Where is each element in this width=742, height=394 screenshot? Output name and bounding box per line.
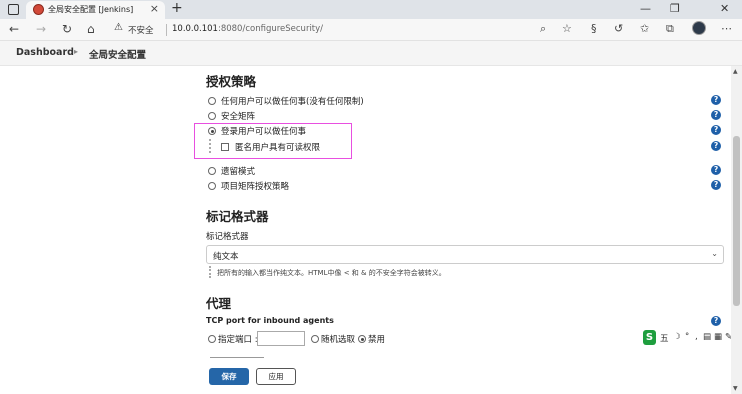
url-path: :8080/configureSecurity/ [217,24,324,34]
extension-icon[interactable]: § [591,22,597,35]
radio-logged-in[interactable] [208,127,216,135]
agent-option-label: 指定端口 : [218,335,258,345]
checkbox-anonymous-read[interactable] [221,143,229,151]
breadcrumb-dashboard[interactable]: Dashboard [16,47,74,58]
authorization-heading: 授权策略 [206,74,257,89]
degree-icon[interactable]: ° [685,332,689,342]
markup-select[interactable]: 纯文本 ⌄ [206,245,724,264]
url-field[interactable]: ⚠ 不安全 10.0.0.101:8080/configureSecurity/ [110,21,580,39]
agent-option-label: 禁用 [368,335,386,345]
moon-icon[interactable]: ☽ [673,332,681,342]
agent-option-fixed[interactable]: 指定端口 : [208,333,258,345]
help-icon[interactable]: ? [711,180,721,190]
collections-icon[interactable]: ⧉ [666,22,674,36]
chevron-down-icon: ⌄ [711,249,718,258]
radio-fixed-port[interactable] [208,335,216,343]
radio-disable[interactable] [358,335,366,343]
divider [210,357,264,358]
radio-random[interactable] [311,335,319,343]
help-icon[interactable]: ? [711,141,721,151]
ime-logo-icon[interactable]: S [643,330,656,345]
keyboard-icon[interactable]: ▤ [703,332,711,342]
grid-icon[interactable]: ▦ [714,332,722,342]
browser-title-bar: 全局安全配置 [Jenkins] × + — ❐ ✕ [0,0,742,19]
agent-option-random[interactable]: 随机选取 [311,333,355,345]
anonymous-read-label: 匿名用户具有可读权限 [235,143,321,153]
radio-project-matrix[interactable] [208,182,216,190]
ime-toolbar: S 五 ☽ ° , ▤ ▦ ✎ ⋮ [641,330,742,346]
address-bar-row: ← → ↻ ⌂ ⚠ 不安全 10.0.0.101:8080/configureS… [0,19,742,41]
markup-heading: 标记格式器 [206,209,269,224]
favorites-icon[interactable]: ✩ [640,22,649,35]
nested-indicator [209,266,211,278]
auth-option-label: 项目矩阵授权策略 [221,182,290,192]
apply-button[interactable]: 应用 [256,368,296,385]
scroll-up-icon[interactable]: ▲ [733,68,738,75]
tcp-port-label: TCP port for inbound agents [206,316,334,325]
radio-anyone[interactable] [208,97,216,105]
auth-option-anyone[interactable]: 任何用户可以做任何事(没有任何限制) [208,95,364,107]
restore-icon[interactable]: ❐ [670,2,680,15]
new-tab-button[interactable]: + [171,0,183,16]
radio-matrix[interactable] [208,112,216,120]
url-separator [166,24,167,36]
markup-field-label: 标记格式器 [206,232,249,242]
favorite-add-icon[interactable]: ☆ [562,22,572,35]
port-input[interactable] [257,331,305,346]
help-icon[interactable]: ? [711,125,721,135]
zoom-icon[interactable]: ⌕ [540,22,546,36]
help-icon[interactable]: ? [711,165,721,175]
browser-tab[interactable]: 全局安全配置 [Jenkins] × [26,1,165,19]
markup-select-value: 纯文本 [213,252,239,262]
breadcrumb-separator-icon[interactable]: ▸ [74,47,78,56]
url-host: 10.0.0.101 [172,24,218,34]
auth-option-logged-in[interactable]: 登录用户可以做任何事 [208,125,306,137]
profile-icon[interactable] [692,21,706,35]
jenkins-favicon-icon [33,4,44,15]
reload-icon[interactable]: ↻ [62,22,72,36]
window-menu-icon[interactable] [8,4,19,15]
nested-indicator [209,139,211,153]
breadcrumb-current[interactable]: 全局安全配置 [89,47,146,61]
auth-option-label: 任何用户可以做任何事(没有任何限制) [221,97,364,107]
tab-title: 全局安全配置 [Jenkins] [48,5,134,14]
help-icon[interactable]: ? [711,316,721,326]
auth-option-label: 登录用户可以做任何事 [221,127,307,137]
minimize-icon[interactable]: — [640,2,651,15]
agent-heading: 代理 [206,296,232,311]
scroll-down-icon[interactable]: ▼ [733,385,738,392]
auth-option-label: 安全矩阵 [221,112,256,122]
warning-icon[interactable]: ⚠ [114,22,123,33]
help-icon[interactable]: ? [711,110,721,120]
punctuation-icon[interactable]: , [695,332,698,342]
back-icon[interactable]: ← [9,22,19,36]
markup-note: 把所有的输入都当作纯文本。HTML中像 < 和 & 的不安全字符会被转义。 [217,269,446,277]
scrollbar-thumb[interactable] [733,136,740,306]
refresh-icon[interactable]: ↺ [614,22,623,35]
save-button[interactable]: 保存 [209,368,249,385]
close-window-icon[interactable]: ✕ [720,2,729,15]
auth-option-matrix[interactable]: 安全矩阵 [208,110,255,122]
agent-option-disable[interactable]: 禁用 [358,333,385,345]
forward-icon[interactable]: → [36,22,46,36]
url-text[interactable]: 10.0.0.101:8080/configureSecurity/ [172,24,323,34]
ime-mode[interactable]: 五 [660,332,669,344]
auth-option-label: 遗留模式 [221,167,256,177]
auth-option-legacy[interactable]: 遗留模式 [208,165,255,177]
insecure-label[interactable]: 不安全 [128,24,154,36]
radio-legacy[interactable] [208,167,216,175]
breadcrumb: Dashboard ▸ 全局安全配置 [0,41,742,66]
more-icon[interactable]: ⋯ [721,22,732,35]
scrollbar[interactable]: ▲ ▼ [731,66,742,394]
auth-option-project-matrix[interactable]: 项目矩阵授权策略 [208,180,289,192]
agent-option-label: 随机选取 [321,335,356,345]
anonymous-read-option[interactable]: 匿名用户具有可读权限 [221,141,320,153]
home-icon[interactable]: ⌂ [87,22,95,36]
tab-close-icon[interactable]: × [150,2,159,15]
help-icon[interactable]: ? [711,95,721,105]
